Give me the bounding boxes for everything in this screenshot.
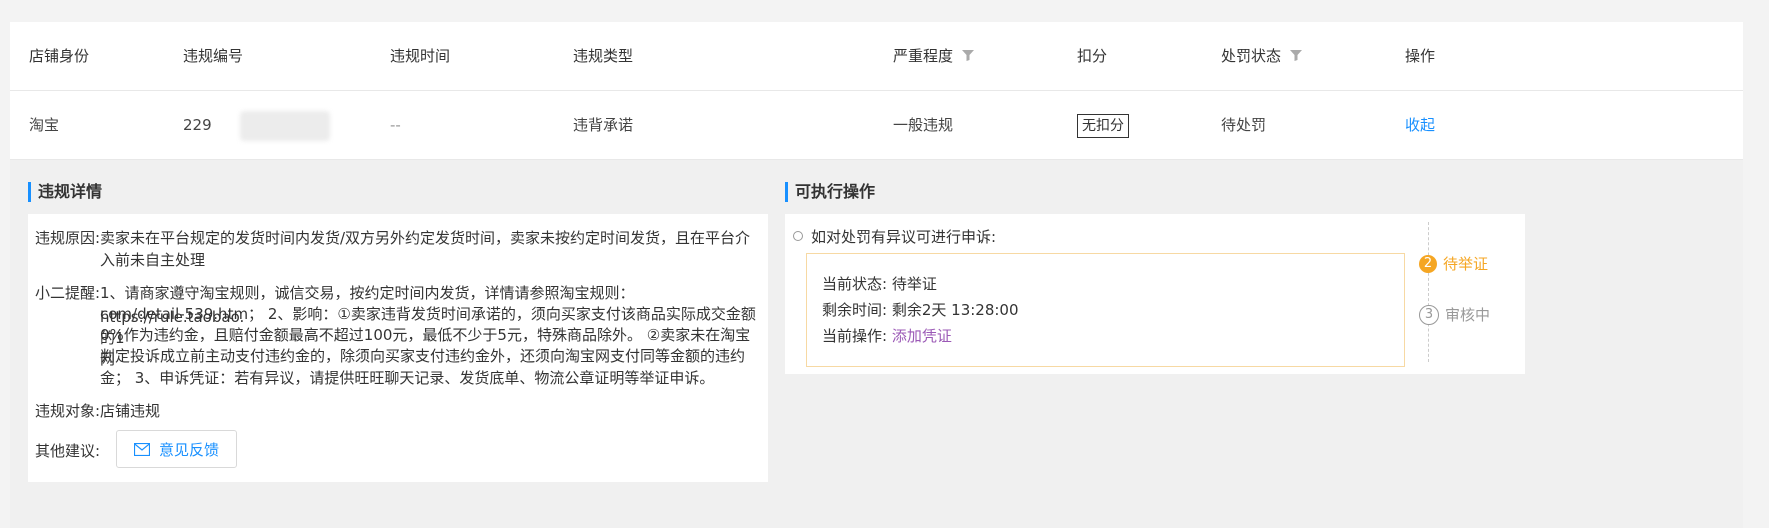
cell-shop: 淘宝 bbox=[29, 116, 60, 134]
cell-status: 待处罚 bbox=[1221, 116, 1267, 134]
remaining-value: 剩余2天 13:28:00 bbox=[891, 301, 1019, 319]
actions-title: 可执行操作 bbox=[785, 182, 875, 202]
cell-severity: 一般违规 bbox=[893, 116, 954, 134]
masked-region bbox=[240, 111, 330, 141]
reason-line-2: 入前未自主处理 bbox=[100, 251, 206, 269]
mail-icon bbox=[133, 442, 150, 456]
bullet-circle-icon bbox=[793, 231, 803, 241]
reminder-row: 小二提醒: 1、请商家遵守淘宝规则，诚信交易，按约定时间内发货，详情请参照淘宝规… bbox=[28, 281, 758, 391]
cell-deduction: 无扣分 bbox=[1077, 91, 1129, 159]
reason-line-1: 卖家未在平台规定的发货时间内发货/双方另外约定发货时间，卖家未按约定时间发货，且… bbox=[100, 229, 751, 247]
header-severity-label: 严重程度 bbox=[893, 47, 954, 65]
step-label: 审核中 bbox=[1445, 306, 1491, 324]
target-row: 违规对象: 店铺违规 bbox=[28, 399, 328, 423]
reminder-label: 小二提醒: bbox=[34, 284, 100, 302]
status-box: 当前状态: 待举证 剩余时间: 剩余2天 13:28:00 当前操作: 添加凭证 bbox=[806, 253, 1405, 367]
deduction-tag: 无扣分 bbox=[1077, 113, 1129, 138]
cell-type: 违背承诺 bbox=[573, 116, 634, 134]
header-shop: 店铺身份 bbox=[29, 47, 90, 65]
table-header: 店铺身份 违规编号 违规时间 违规类型 严重程度 扣分 处罚状态 操作 bbox=[10, 22, 1743, 91]
violation-table-card: 店铺身份 违规编号 违规时间 违规类型 严重程度 扣分 处罚状态 操作 淘宝 2… bbox=[10, 22, 1743, 528]
target-label: 违规对象: bbox=[34, 402, 100, 420]
header-type: 违规类型 bbox=[573, 47, 634, 65]
actions-panel: 如对处罚有异议可进行申诉: 当前状态: 待举证 剩余时间: 剩余2天 13:28… bbox=[785, 214, 1525, 374]
table-row: 淘宝 229 -- 违背承诺 一般违规 无扣分 待处罚 收起 bbox=[10, 91, 1743, 160]
header-violation-id: 违规编号 bbox=[183, 47, 244, 65]
header-status: 处罚状态 bbox=[1221, 22, 1303, 90]
details-title: 违规详情 bbox=[28, 182, 102, 202]
reason-row: 违规原因: 卖家未在平台规定的发货时间内发货/双方另外约定发货时间，卖家未按约定… bbox=[28, 226, 758, 274]
remaining-label: 剩余时间: bbox=[822, 301, 888, 319]
step-timeline bbox=[1428, 222, 1429, 362]
details-panel: 违规原因: 卖家未在平台规定的发货时间内发货/双方另外约定发货时间，卖家未按约定… bbox=[28, 214, 768, 482]
target-value: 店铺违规 bbox=[100, 402, 161, 420]
step-label: 待举证 bbox=[1443, 255, 1489, 273]
filter-icon[interactable] bbox=[961, 48, 975, 62]
header-time: 违规时间 bbox=[390, 47, 451, 65]
cell-violation-id: 229 bbox=[183, 116, 212, 134]
cell-time: -- bbox=[390, 116, 401, 134]
appeal-hint: 如对处罚有异议可进行申诉: bbox=[811, 228, 997, 246]
step-under-review: 3 审核中 bbox=[1419, 304, 1490, 325]
expanded-detail-area: 违规详情 违规原因: 卖家未在平台规定的发货时间内发货/双方另外约定发货时间，卖… bbox=[10, 160, 1743, 528]
header-status-label: 处罚状态 bbox=[1221, 47, 1282, 65]
current-op-label: 当前操作: bbox=[822, 327, 888, 345]
step-pending-evidence: 2 待举证 bbox=[1419, 253, 1488, 274]
other-label: 其他建议: bbox=[34, 442, 100, 460]
collapse-link[interactable]: 收起 bbox=[1405, 91, 1435, 159]
header-severity: 严重程度 bbox=[893, 22, 975, 90]
step-number: 2 bbox=[1419, 254, 1437, 273]
current-status-value: 待举证 bbox=[891, 275, 937, 293]
reminder-line-5: 金； 3、申诉凭证：若有异议，请提供旺旺聊天记录、发货底单、物流公章证明等举证申… bbox=[100, 369, 715, 387]
current-status-label: 当前状态: bbox=[822, 275, 888, 293]
filter-icon[interactable] bbox=[1289, 48, 1303, 62]
header-action: 操作 bbox=[1405, 47, 1436, 65]
current-op-row: 当前操作: 添加凭证 bbox=[822, 325, 952, 346]
header-deduction: 扣分 bbox=[1077, 47, 1108, 65]
reason-label: 违规原因: bbox=[34, 229, 100, 247]
feedback-button-label: 意见反馈 bbox=[158, 440, 219, 459]
feedback-button[interactable]: 意见反馈 bbox=[116, 430, 237, 468]
current-status-row: 当前状态: 待举证 bbox=[822, 273, 937, 294]
step-number: 3 bbox=[1419, 304, 1439, 325]
add-evidence-link[interactable]: 添加凭证 bbox=[892, 327, 952, 345]
reminder-line-4: 判定投诉成立前主动支付违约金的，除须向买家支付违约金外，还须向淘宝网支付同等金额… bbox=[100, 347, 746, 365]
remaining-row: 剩余时间: 剩余2天 13:28:00 bbox=[822, 299, 1019, 320]
